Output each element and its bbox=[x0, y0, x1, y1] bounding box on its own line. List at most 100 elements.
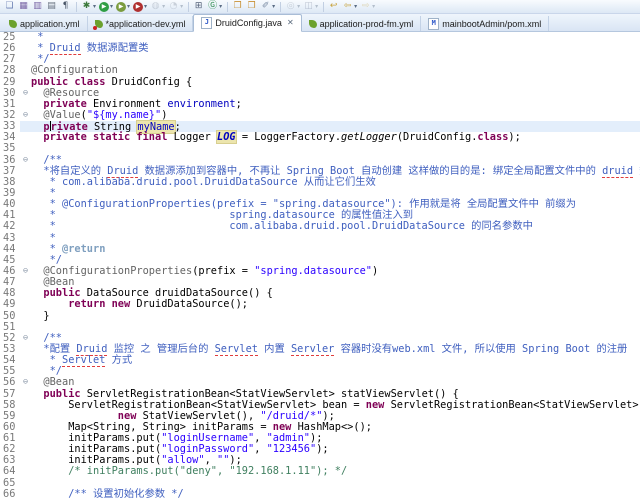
fold-toggle-icon[interactable]: ⊖ bbox=[20, 155, 31, 166]
save-button[interactable]: ▦ bbox=[17, 1, 30, 13]
open-task-button[interactable]: ❐ bbox=[231, 1, 244, 13]
dropdown-arrow-icon[interactable]: ▾ bbox=[144, 3, 147, 10]
debug-button[interactable]: ✱▾ bbox=[80, 1, 97, 13]
open-type-icon: Ⓖ bbox=[207, 1, 218, 12]
code-text: private static final Logger LOG = Logger… bbox=[31, 132, 640, 143]
code-token: ServletRegistrationBean<StatViewServlet>… bbox=[384, 399, 640, 411]
run-button[interactable]: ▶▾ bbox=[98, 1, 114, 13]
dropdown-arrow-icon[interactable]: ▾ bbox=[272, 3, 275, 10]
code-line[interactable]: 49 return new DruidDataSource(); bbox=[0, 299, 640, 310]
code-token: new bbox=[366, 399, 385, 411]
code-line[interactable]: 35 bbox=[0, 143, 640, 154]
dropdown-arrow-icon[interactable]: ▾ bbox=[180, 3, 183, 10]
fold-toggle-icon[interactable]: ⊖ bbox=[20, 110, 31, 121]
open-type-button[interactable]: Ⓖ▾ bbox=[206, 1, 223, 13]
dropdown-arrow-icon[interactable]: ▾ bbox=[127, 3, 130, 10]
print-button[interactable]: ▤ bbox=[45, 1, 58, 13]
code-line[interactable]: 26 * Druid 数据源配置类 bbox=[0, 43, 640, 54]
fold-gutter bbox=[20, 54, 31, 65]
code-token: ) bbox=[161, 109, 167, 121]
profile-button[interactable]: ◍▾ bbox=[149, 1, 166, 13]
open-task-icon: ❐ bbox=[232, 1, 243, 12]
fold-gutter bbox=[20, 132, 31, 143]
dropdown-arrow-icon[interactable]: ▾ bbox=[162, 3, 165, 10]
code-line-content: ⊖ @Value("${my.name}") bbox=[20, 110, 640, 121]
code-line[interactable]: 51 bbox=[0, 322, 640, 333]
open-resource-button[interactable]: ❐ bbox=[245, 1, 258, 13]
tab-application-dev-yml[interactable]: *application-dev.yml bbox=[88, 16, 194, 31]
code-line[interactable]: 44 * @return bbox=[0, 244, 640, 255]
line-number: 57 bbox=[0, 389, 20, 400]
code-text: * com.alibaba.druid.pool.DruidDataSource… bbox=[31, 177, 640, 188]
code-token: environment bbox=[167, 98, 235, 110]
search-button[interactable]: ✐▾ bbox=[259, 1, 276, 13]
code-line[interactable]: 38 * com.alibaba.druid.pool.DruidDataSou… bbox=[0, 177, 640, 188]
fold-gutter bbox=[20, 411, 31, 422]
fold-toggle-icon[interactable]: ⊖ bbox=[20, 266, 31, 277]
back-button[interactable]: ⇦▾ bbox=[341, 1, 358, 13]
external-tools-button[interactable]: ◔▾ bbox=[167, 1, 184, 13]
code-line[interactable]: 55 */ bbox=[0, 366, 640, 377]
profile-icon: ◍ bbox=[150, 1, 161, 12]
code-text: /* initParams.put("deny", "192.168.1.11"… bbox=[31, 466, 640, 477]
fold-gutter bbox=[20, 466, 31, 477]
dropdown-arrow-icon[interactable]: ▾ bbox=[297, 3, 300, 10]
code-text: * Druid 数据源配置类 bbox=[31, 43, 640, 54]
code-line[interactable]: 50 } bbox=[0, 311, 640, 322]
show-whitespace-button[interactable]: ¶ bbox=[59, 1, 72, 13]
tab-application-yml[interactable]: application.yml bbox=[2, 16, 88, 31]
dropdown-arrow-icon[interactable]: ▾ bbox=[315, 3, 318, 10]
code-token: "123456" bbox=[267, 443, 317, 455]
fold-toggle-icon[interactable]: ⊖ bbox=[20, 333, 31, 344]
annotation-button[interactable]: ◎▾ bbox=[284, 1, 301, 13]
code-line[interactable]: 42 * com.alibaba.druid.pool.DruidDataSou… bbox=[0, 221, 640, 232]
code-text: return new DruidDataSource(); bbox=[31, 299, 640, 310]
new-wizard-button[interactable]: ❏ bbox=[3, 1, 16, 13]
code-line-content: return new DruidDataSource(); bbox=[20, 299, 640, 310]
code-editor[interactable]: 25 *26 * Druid 数据源配置类27 */28@Configurati… bbox=[0, 32, 640, 501]
code-token: class bbox=[477, 131, 508, 143]
code-token: 容器时没有web.xml 文件, 所以使用 Spring Boot 的注册 bbox=[334, 343, 627, 355]
tab-application-prod-fm-yml[interactable]: application-prod-fm.yml bbox=[302, 16, 422, 31]
jar-button[interactable]: ◫▾ bbox=[302, 1, 319, 13]
code-token: * com.alibaba.druid.pool.DruidDataSource… bbox=[31, 176, 376, 188]
close-icon[interactable]: ✕ bbox=[287, 19, 294, 27]
tab-label: mainbootAdmin/pom.xml bbox=[442, 19, 541, 29]
code-token: 数据源属性到 bbox=[633, 165, 640, 177]
new-table-button[interactable]: ⊞ bbox=[192, 1, 205, 13]
fold-toggle-icon[interactable]: ⊖ bbox=[20, 88, 31, 99]
dropdown-arrow-icon[interactable]: ▾ bbox=[354, 3, 357, 10]
code-line-content: public class DruidConfig { bbox=[20, 77, 640, 88]
search-icon: ✐ bbox=[260, 1, 271, 12]
dropdown-arrow-icon[interactable]: ▾ bbox=[110, 3, 113, 10]
run-history-button[interactable]: ▶▾ bbox=[132, 1, 148, 13]
code-line[interactable]: 46⊖ @ConfigurationProperties(prefix = "s… bbox=[0, 266, 640, 277]
code-line[interactable]: 32⊖ @Value("${my.name}") bbox=[0, 110, 640, 121]
fold-gutter bbox=[20, 166, 31, 177]
code-line[interactable]: 64 /* initParams.put("deny", "192.168.1.… bbox=[0, 466, 640, 477]
dropdown-arrow-icon[interactable]: ▾ bbox=[372, 3, 375, 10]
coverage-button[interactable]: ▶▾ bbox=[115, 1, 131, 13]
code-line[interactable]: 34 private static final Logger LOG = Log… bbox=[0, 132, 640, 143]
code-line-content: ⊖ @ConfigurationProperties(prefix = "spr… bbox=[20, 266, 640, 277]
dropdown-arrow-icon[interactable]: ▾ bbox=[93, 3, 96, 10]
dropdown-arrow-icon[interactable]: ▾ bbox=[219, 3, 222, 10]
last-edit-location-button[interactable]: ↩ bbox=[327, 1, 340, 13]
code-line[interactable]: 54 * Servlet 方式 bbox=[0, 355, 640, 366]
save-all-button[interactable]: ▥ bbox=[31, 1, 44, 13]
fold-toggle-icon[interactable]: ⊖ bbox=[20, 377, 31, 388]
fold-gutter bbox=[20, 233, 31, 244]
code-token: = LoggerFactory. bbox=[236, 131, 341, 143]
tab-mainbootadmin-pom-xml[interactable]: MmainbootAdmin/pom.xml bbox=[421, 16, 549, 31]
fold-gutter bbox=[20, 77, 31, 88]
code-token: Servlet bbox=[215, 343, 258, 356]
code-line-content: } bbox=[20, 311, 640, 322]
forward-button[interactable]: ⇨▾ bbox=[359, 1, 376, 13]
tab-druidconfig-java[interactable]: JDruidConfig.java✕ bbox=[193, 14, 301, 32]
code-line-content: * com.alibaba.druid.pool.DruidDataSource… bbox=[20, 221, 640, 232]
code-line[interactable]: 66 /** 设置初始化参数 */ bbox=[0, 489, 640, 500]
fold-gutter bbox=[20, 221, 31, 232]
code-token: DruidDataSource(); bbox=[130, 298, 248, 310]
toolbar-separator bbox=[76, 2, 77, 12]
code-token: @Value bbox=[43, 109, 80, 121]
